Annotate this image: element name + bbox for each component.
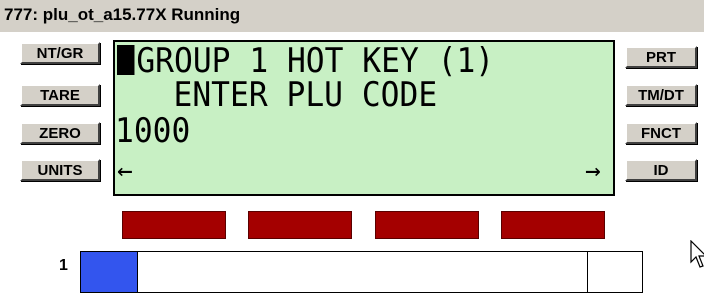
indicator-lamp-3 bbox=[375, 211, 479, 239]
scroll-left-arrow-icon: ← bbox=[117, 156, 133, 186]
indicator-lamp-2 bbox=[248, 211, 352, 239]
bar-graph-fill bbox=[81, 252, 139, 292]
nt-gr-button[interactable]: NT/GR bbox=[20, 42, 100, 64]
display-line-3: 1000 bbox=[115, 111, 191, 151]
display-line-1: GROUP 1 HOT KEY (1) bbox=[117, 44, 494, 78]
fnct-button[interactable]: FNCT bbox=[625, 122, 697, 144]
bar-graph-divider bbox=[587, 252, 588, 292]
tare-button[interactable]: TARE bbox=[20, 84, 100, 106]
window-title: 777: plu_ot_a15.77X Running bbox=[4, 5, 241, 24]
mouse-pointer-icon bbox=[690, 240, 704, 268]
tm-dt-button[interactable]: TM/DT bbox=[625, 84, 697, 106]
bar-graph-label: 1 bbox=[59, 257, 68, 274]
indicator-lamp-4 bbox=[501, 211, 605, 239]
zero-button[interactable]: ZERO bbox=[20, 122, 100, 144]
title-bar: 777: plu_ot_a15.77X Running bbox=[0, 0, 704, 32]
indicator-lamp-1 bbox=[122, 211, 226, 239]
scroll-right-arrow-icon: → bbox=[585, 156, 601, 186]
prt-button[interactable]: PRT bbox=[625, 46, 697, 68]
id-button[interactable]: ID bbox=[625, 159, 697, 181]
units-button[interactable]: UNITS bbox=[20, 159, 100, 181]
lcd-display: GROUP 1 HOT KEY (1) ENTER PLU CODE 1000 … bbox=[113, 40, 615, 196]
display-line-2: ENTER PLU CODE bbox=[117, 75, 438, 115]
bar-graph bbox=[80, 251, 643, 293]
text-cursor bbox=[117, 45, 135, 75]
